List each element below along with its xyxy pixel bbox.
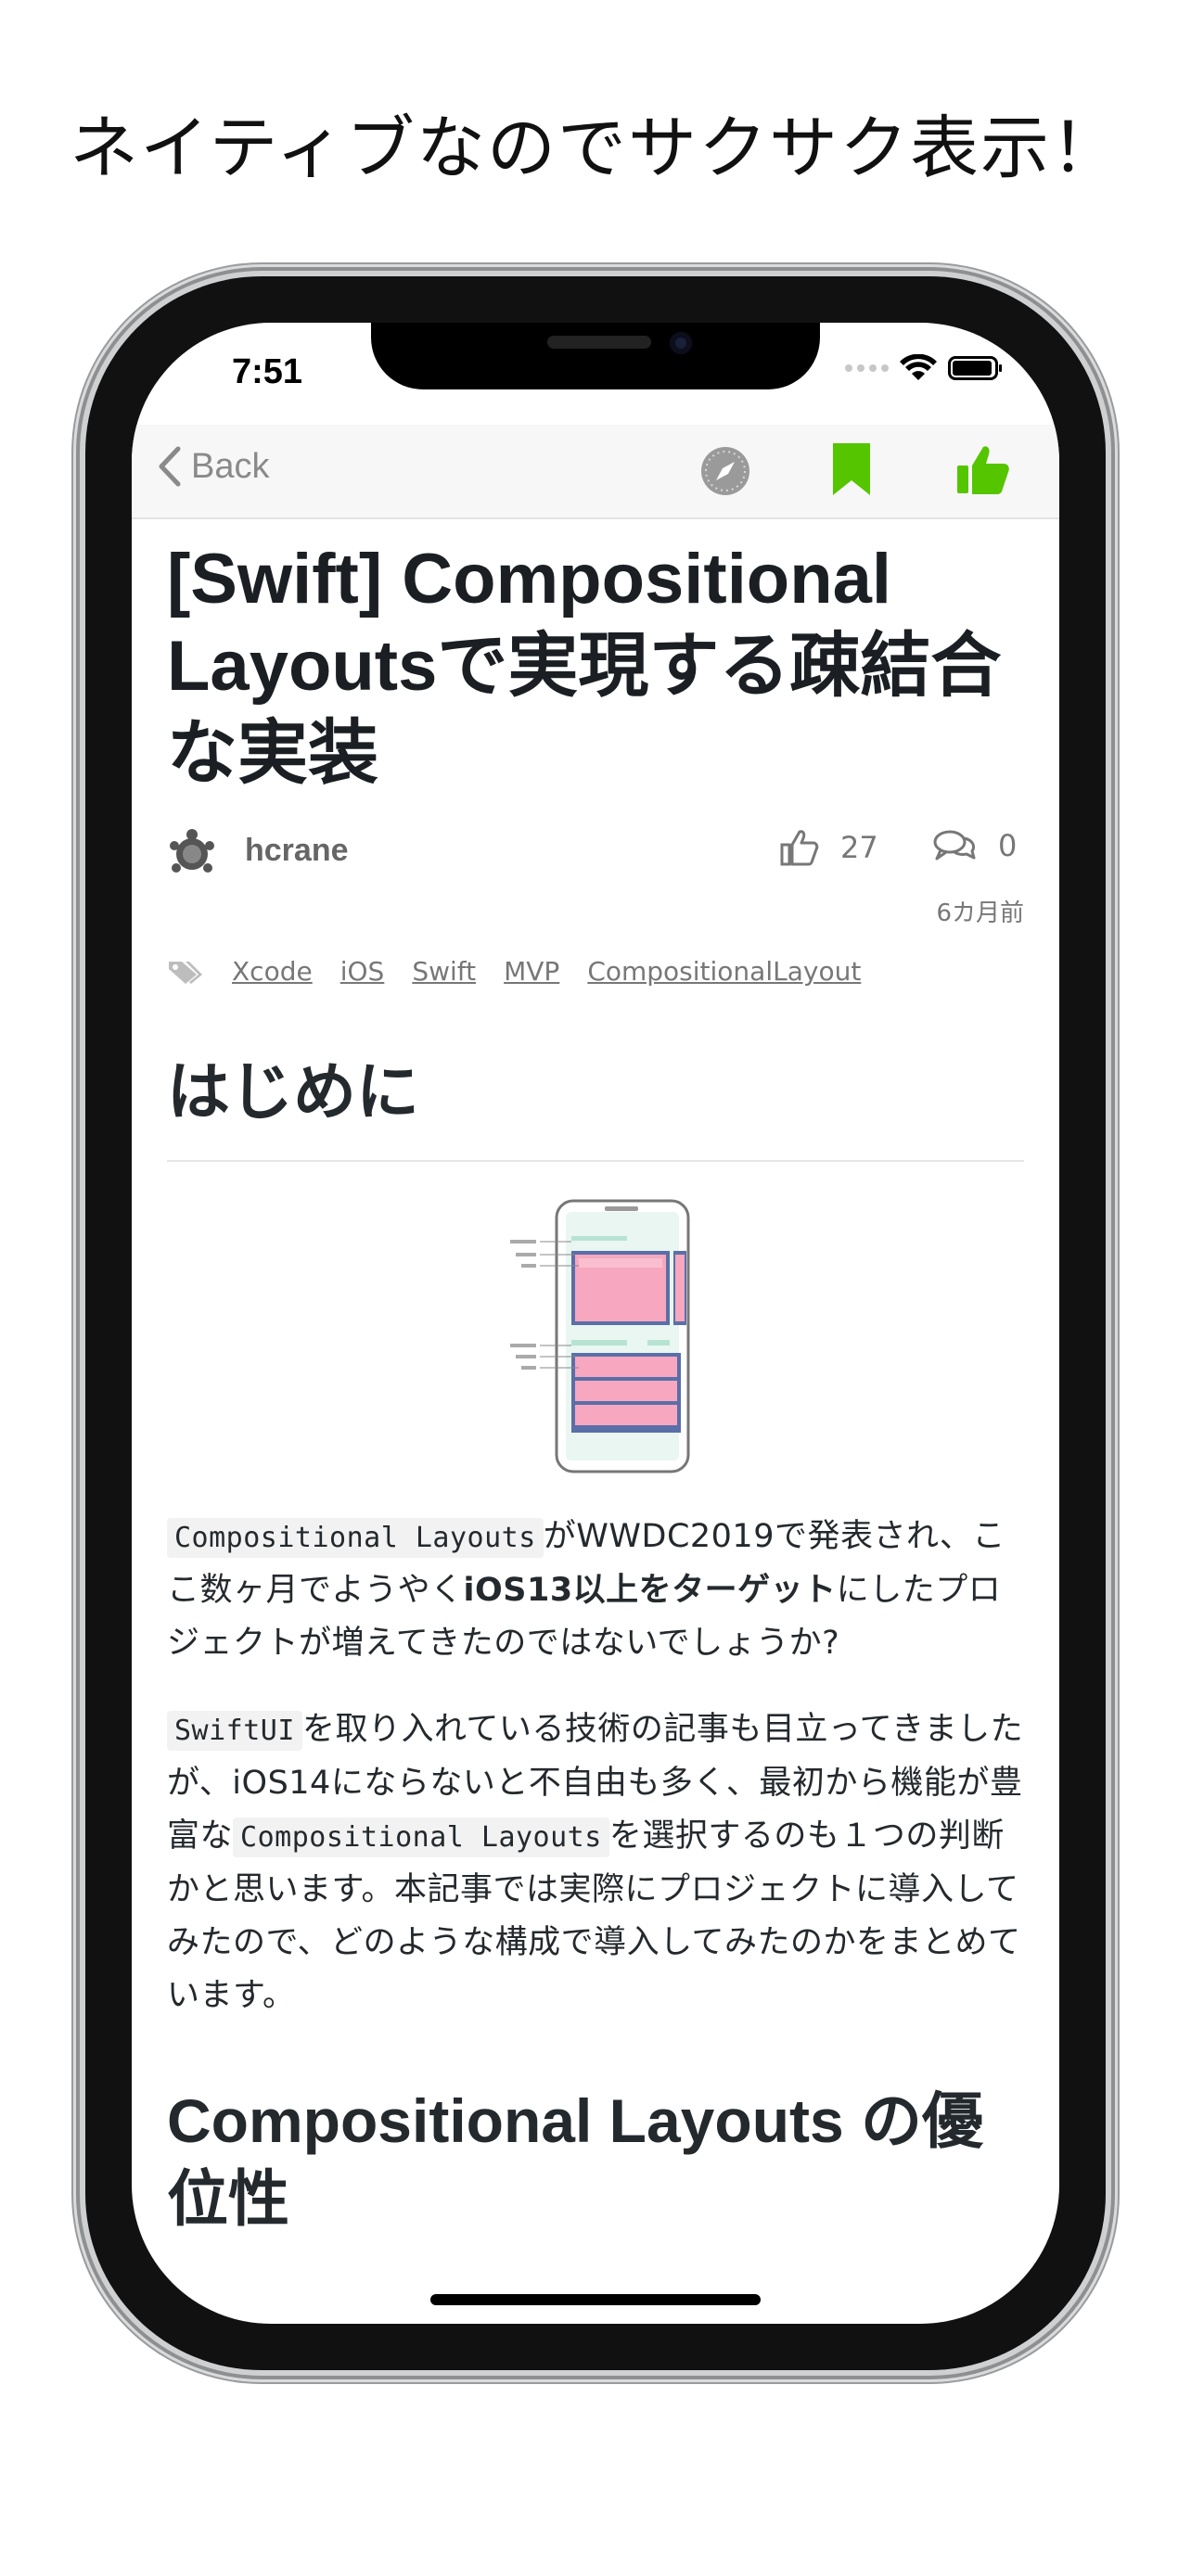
- tag-mvp[interactable]: MVP: [504, 956, 559, 987]
- tag-icon: [169, 961, 202, 984]
- front-camera: [670, 332, 692, 354]
- article-content: [Swift] Compositional Layoutsで実現する疎結合な実装…: [167, 536, 1024, 2238]
- inline-code: Compositional Layouts: [167, 1518, 544, 1558]
- compositional-layout-diagram: [510, 1199, 690, 1473]
- article-meta: hcrane 27 0: [167, 816, 1024, 890]
- tag-xcode[interactable]: Xcode: [232, 956, 313, 987]
- section-heading-advantages: Compositional Layouts の優位性: [167, 2086, 984, 2233]
- tag-list: Xcode iOS Swift MVP CompositionalLayout: [167, 956, 1024, 987]
- back-label: Back: [191, 446, 270, 486]
- safari-compass-icon[interactable]: [698, 443, 753, 499]
- likes-number: 27: [840, 830, 878, 865]
- speaker: [547, 336, 651, 349]
- phone-screen: 7:51 Back [Swift] Compositional Layoutsで…: [132, 323, 1059, 2324]
- tag-swift[interactable]: Swift: [412, 956, 476, 987]
- inline-code: SwiftUI: [167, 1711, 302, 1751]
- author-name[interactable]: hcrane: [245, 833, 349, 869]
- bold-text: iOS13以上をターゲット: [463, 1572, 837, 1609]
- power-button: [1106, 859, 1115, 1085]
- section-heading-intro: はじめに: [167, 1040, 1024, 1162]
- comments-number: 0: [998, 828, 1018, 863]
- chevron-left-icon: [159, 446, 181, 487]
- notch: [371, 323, 820, 389]
- thumbs-up-outline-icon: [780, 830, 819, 866]
- comment-bubbles-icon: [933, 830, 976, 861]
- status-icons: [845, 354, 1002, 382]
- status-time: 7:51: [232, 352, 303, 391]
- article-figure: [167, 1199, 1024, 1477]
- wifi-icon: [900, 354, 937, 380]
- paragraph-2: SwiftUI を取り入れている技術の記事も目立ってきましたが、iOS14にならな…: [167, 1703, 1024, 2022]
- home-indicator: [430, 2294, 761, 2305]
- posted-time: 6カ月前: [936, 899, 1024, 927]
- inline-code: Compositional Layouts: [233, 1817, 609, 1857]
- navigation-bar: Back: [132, 425, 1059, 519]
- bookmark-icon[interactable]: [829, 441, 874, 497]
- article-title: [Swift] Compositional Layoutsで実現する疎結合な実装: [167, 540, 1002, 793]
- back-button[interactable]: Back: [158, 445, 269, 488]
- battery-icon: [948, 356, 1002, 380]
- signal-icon: [845, 364, 889, 372]
- tag-ios[interactable]: iOS: [340, 956, 385, 987]
- thumbs-up-icon[interactable]: [955, 441, 1011, 497]
- tag-compositionallayout[interactable]: CompositionalLayout: [587, 956, 861, 987]
- silent-switch: [76, 670, 85, 746]
- volume-down-button: [76, 990, 85, 1139]
- comments-count: 0: [931, 827, 1017, 864]
- likes-count: 27: [779, 827, 878, 868]
- volume-up-button: [76, 807, 85, 955]
- avatar[interactable]: [167, 827, 217, 877]
- promo-headline: ネイティブなのでサクサク表示！: [69, 108, 1122, 188]
- paragraph-1: Compositional Layouts がWWDC2019で発表され、ここ数ヶ…: [167, 1511, 1024, 1670]
